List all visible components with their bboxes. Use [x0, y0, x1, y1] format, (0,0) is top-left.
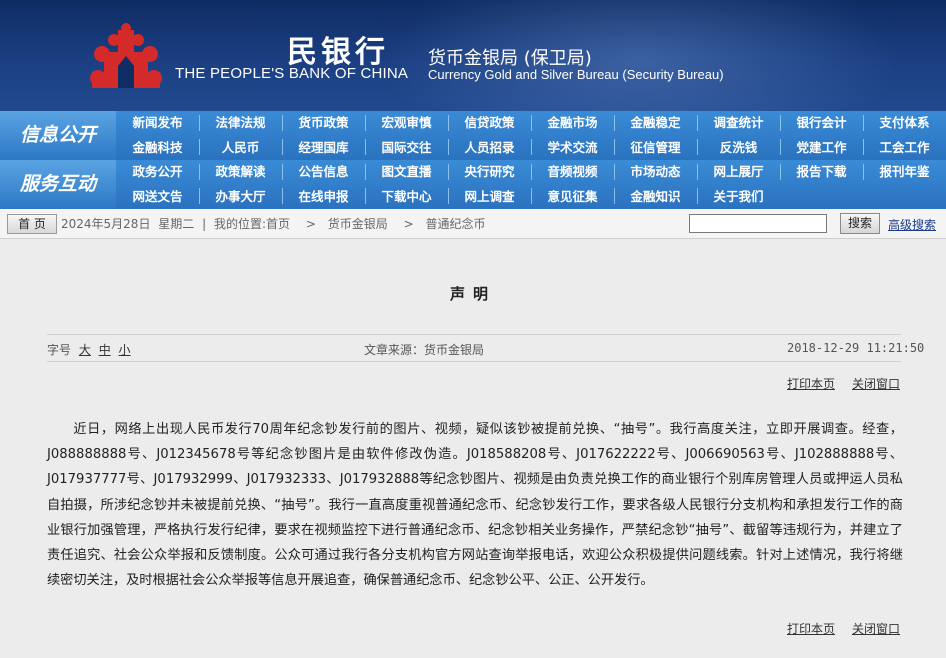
- close-window-link-bottom[interactable]: 关闭窗口: [852, 620, 900, 637]
- nav-item[interactable]: 政策解读: [199, 160, 282, 184]
- breadcrumb-home[interactable]: 我的位置:首页: [214, 217, 290, 231]
- article-paragraph: 近日，网络上出现人民币发行70周年纪念钞发行前的图片、视频，疑似该钞被提前兑换、…: [47, 422, 903, 589]
- nav-item[interactable]: 工会工作: [863, 136, 946, 160]
- nav-item[interactable]: 国际交往: [365, 136, 448, 160]
- font-size-medium[interactable]: 中: [99, 343, 111, 357]
- nav-item[interactable]: 新闻发布: [116, 111, 199, 135]
- current-weekday: 星期二: [158, 217, 195, 231]
- article-title: 声明: [449, 285, 496, 303]
- nav-item[interactable]: 政务公开: [116, 160, 199, 184]
- article-date: 2018-12-29 11:21:50: [787, 341, 925, 355]
- meta-divider-bottom: [47, 361, 901, 362]
- nav-section-service-label: 服务互动: [0, 160, 116, 209]
- nav-item[interactable]: 支付体系: [863, 111, 946, 135]
- nav-item[interactable]: 调查统计: [697, 111, 780, 135]
- breadcrumb-sep: >: [305, 217, 316, 231]
- nav-item[interactable]: 网上展厅: [697, 160, 780, 184]
- breadcrumb-sep: >: [403, 217, 414, 231]
- search-button[interactable]: 搜索: [840, 213, 880, 234]
- nav-section-service: 服务互动 政务公开 政策解读 公告信息 图文直播 央行研究 音频视频 市场动态 网上展厅 报告下…: [0, 160, 946, 209]
- nav-item[interactable]: 办事大厅: [199, 185, 282, 209]
- nav-item[interactable]: 在线申报: [282, 185, 365, 209]
- nav-item[interactable]: 反洗钱: [697, 136, 780, 160]
- nav-item[interactable]: 报告下载: [780, 160, 863, 184]
- nav-item[interactable]: 市场动态: [614, 160, 697, 184]
- font-size-large[interactable]: 大: [79, 343, 91, 357]
- nav-item[interactable]: 音频视频: [531, 160, 614, 184]
- nav-item[interactable]: 学术交流: [531, 136, 614, 160]
- nav-section-info-label: 信息公开: [0, 111, 116, 160]
- font-size-label: 字号: [47, 343, 72, 357]
- search-input[interactable]: [689, 214, 827, 233]
- nav-item[interactable]: 经理国库: [282, 136, 365, 160]
- site-header: 民银行 THE PEOPLE'S BANK OF CHINA 货币金银局 (保卫…: [0, 0, 946, 111]
- article-source: 文章来源：货币金银局: [364, 343, 485, 357]
- close-window-link[interactable]: 关闭窗口: [852, 375, 900, 392]
- nav-items-service: 政务公开 政策解读 公告信息 图文直播 央行研究 音频视频 市场动态 网上展厅 报告下载 报刊年鉴…: [116, 160, 946, 209]
- print-page-link-bottom[interactable]: 打印本页: [787, 620, 835, 637]
- nav-item[interactable]: 信贷政策: [448, 111, 531, 135]
- current-date: 2024年5月28日: [61, 217, 151, 231]
- font-size-small[interactable]: 小: [119, 343, 131, 357]
- nav-item[interactable]: 征信管理: [614, 136, 697, 160]
- nav-item[interactable]: 宏观审慎: [365, 111, 448, 135]
- nav-item[interactable]: 央行研究: [448, 160, 531, 184]
- advanced-search-link[interactable]: 高级搜索: [888, 216, 936, 233]
- nav-item[interactable]: 银行会计: [780, 111, 863, 135]
- meta-divider-top: [47, 334, 901, 335]
- pboc-logo-icon[interactable]: [90, 22, 162, 90]
- breadcrumb: 2024年5月28日 星期二 | 我的位置:首页 > 货币金银局 > 普通纪念币: [61, 215, 490, 232]
- nav-item[interactable]: 意见征集: [531, 185, 614, 209]
- nav-item[interactable]: 人民币: [199, 136, 282, 160]
- nav-item[interactable]: 金融科技: [116, 136, 199, 160]
- nav-item[interactable]: 网送文告: [116, 185, 199, 209]
- main-nav: 信息公开 新闻发布 法律法规 货币政策 宏观审慎 信贷政策 金融市场 金融稳定 调查统计 银行会…: [0, 111, 946, 209]
- font-size-selector: 字号 大 中 小: [47, 341, 131, 358]
- print-page-link[interactable]: 打印本页: [787, 375, 835, 392]
- nav-items-info: 新闻发布 法律法规 货币政策 宏观审慎 信贷政策 金融市场 金融稳定 调查统计 银行会计 支付体系…: [116, 111, 946, 160]
- nav-item[interactable]: 货币政策: [282, 111, 365, 135]
- nav-item[interactable]: 公告信息: [282, 160, 365, 184]
- breadcrumb-divider: |: [202, 217, 207, 231]
- nav-item[interactable]: 金融稳定: [614, 111, 697, 135]
- nav-item[interactable]: 金融市场: [531, 111, 614, 135]
- nav-section-info: 信息公开 新闻发布 法律法规 货币政策 宏观审慎 信贷政策 金融市场 金融稳定 调查统计 银行会…: [0, 111, 946, 161]
- nav-item[interactable]: 法律法规: [199, 111, 282, 135]
- nav-item[interactable]: 人员招录: [448, 136, 531, 160]
- nav-item[interactable]: 网上调查: [448, 185, 531, 209]
- breadcrumb-level2[interactable]: 普通纪念币: [426, 217, 486, 231]
- nav-item[interactable]: 金融知识: [614, 185, 697, 209]
- breadcrumb-bar: 首 页 2024年5月28日 星期二 | 我的位置:首页 > 货币金银局 > 普…: [0, 209, 946, 239]
- bureau-title-en: Currency Gold and Silver Bureau (Securit…: [428, 67, 724, 82]
- nav-item[interactable]: 党建工作: [780, 136, 863, 160]
- nav-item[interactable]: 报刊年鉴: [863, 160, 946, 184]
- article-body: 近日，网络上出现人民币发行70周年纪念钞发行前的图片、视频，疑似该钞被提前兑换、…: [47, 417, 903, 593]
- nav-item[interactable]: 下载中心: [365, 185, 448, 209]
- breadcrumb-level1[interactable]: 货币金银局: [328, 217, 388, 231]
- nav-item[interactable]: 关于我们: [697, 185, 780, 209]
- home-button[interactable]: 首 页: [7, 214, 57, 234]
- site-title-en: THE PEOPLE'S BANK OF CHINA: [175, 65, 409, 82]
- nav-item[interactable]: 图文直播: [365, 160, 448, 184]
